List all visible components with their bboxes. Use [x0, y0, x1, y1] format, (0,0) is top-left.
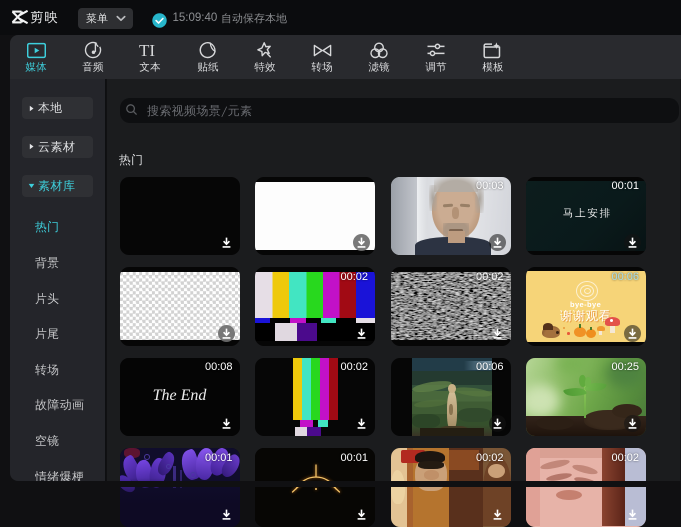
svg-text:TI: TI: [139, 42, 155, 59]
